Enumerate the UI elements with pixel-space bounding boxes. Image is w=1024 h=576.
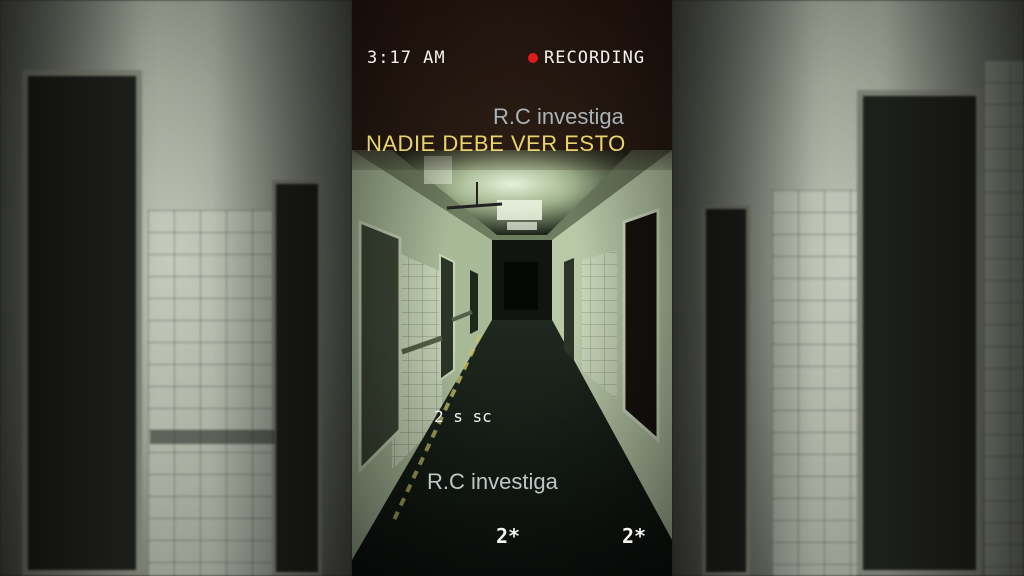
timestamp: 3:17 AM bbox=[367, 48, 446, 68]
video-frame: 3:17 AM RECORDING R.C investiga NADIE DE… bbox=[352, 0, 672, 576]
brand-watermark-top: R.C investiga bbox=[493, 104, 624, 129]
counter-left: 2* bbox=[496, 524, 521, 548]
recording-indicator: RECORDING bbox=[528, 48, 645, 68]
mid-caption: 2 s sc bbox=[434, 407, 492, 426]
headline-caption: NADIE DEBE VER ESTO bbox=[366, 131, 626, 156]
counter-right: 2* bbox=[622, 524, 647, 548]
recording-label: RECORDING bbox=[544, 48, 646, 68]
record-dot-icon bbox=[528, 53, 538, 63]
background-right-blur bbox=[672, 0, 1024, 576]
background-left-blur bbox=[0, 0, 352, 576]
brand-watermark-bottom: R.C investiga bbox=[427, 469, 558, 494]
